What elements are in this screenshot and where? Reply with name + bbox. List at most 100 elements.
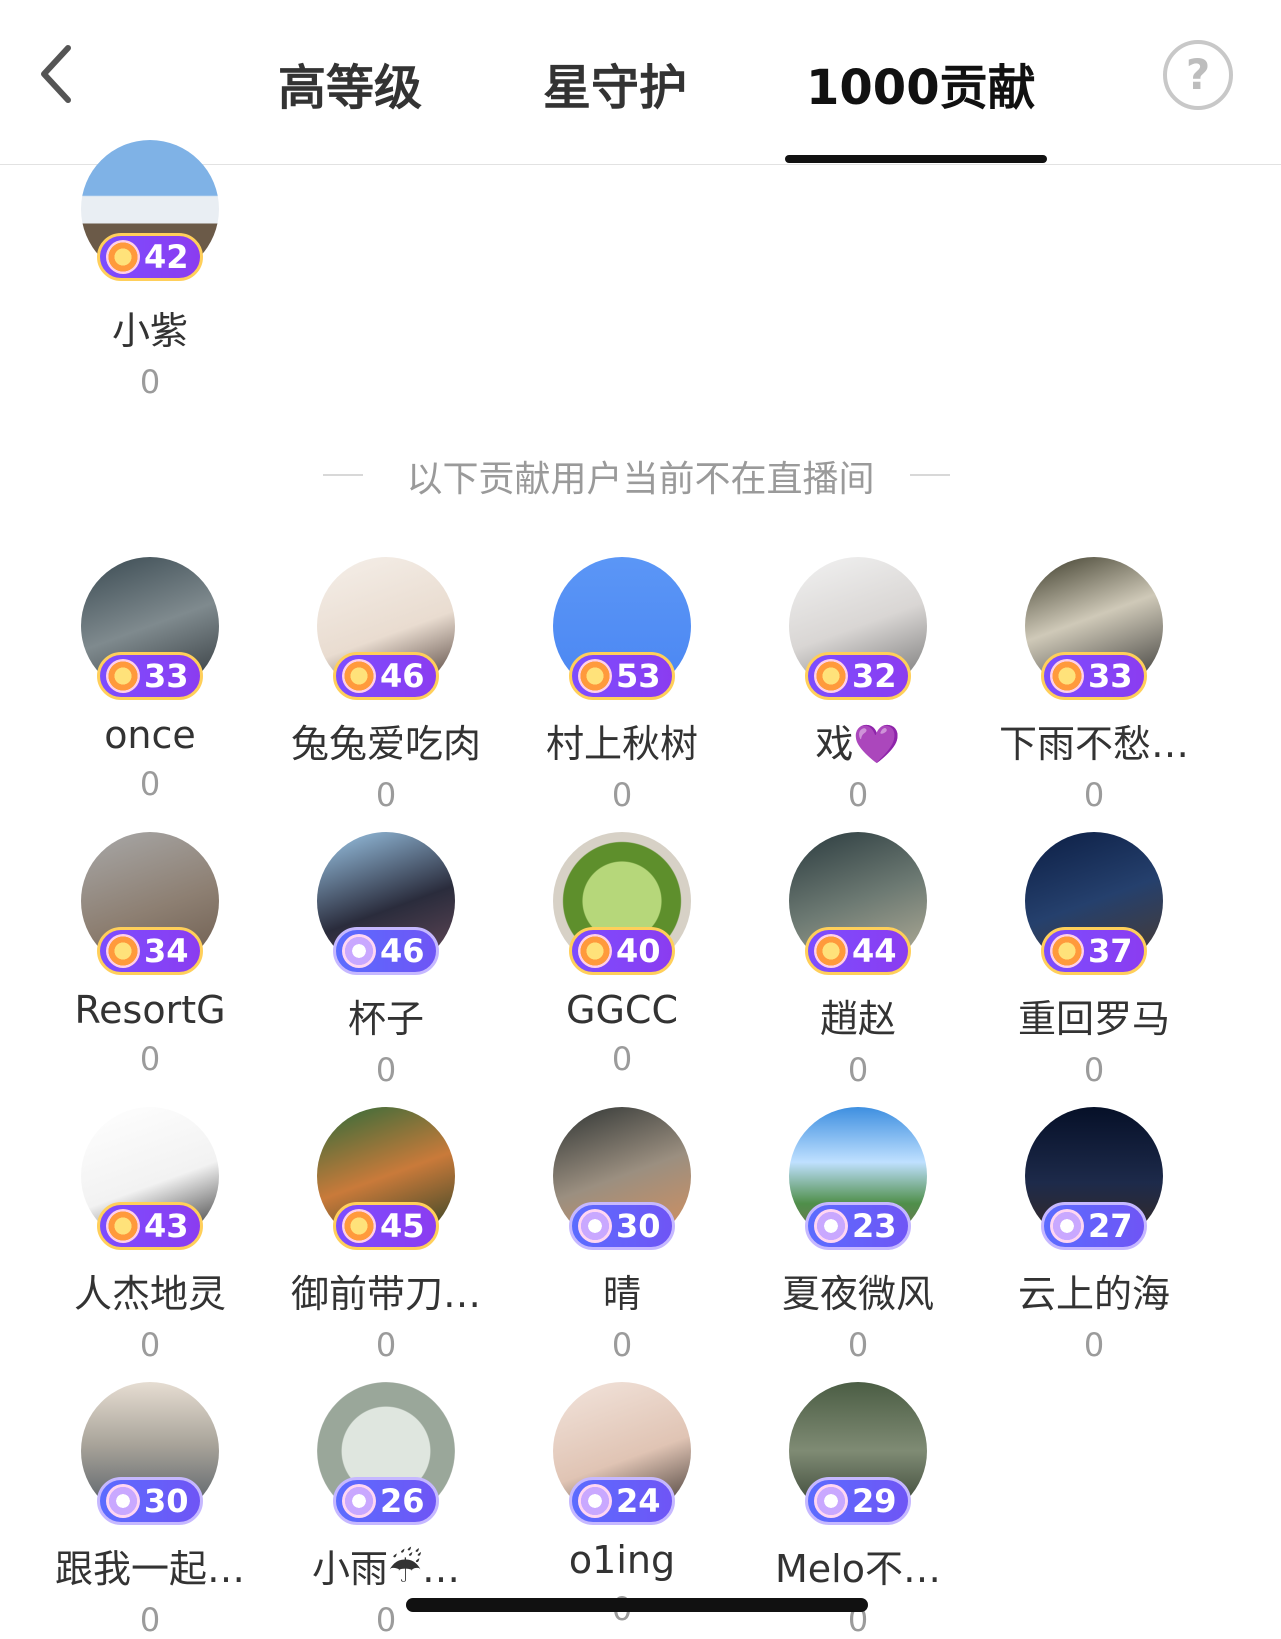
contribution-value: 0 xyxy=(139,765,161,803)
user-name: 晴 xyxy=(602,1272,641,1316)
contribution-value: 0 xyxy=(375,776,397,814)
level-gem-icon xyxy=(106,934,140,968)
level-badge: 53 xyxy=(569,652,675,700)
level-badge: 33 xyxy=(97,652,203,700)
contribution-value: 0 xyxy=(1083,776,1105,814)
user-name: 人杰地灵 xyxy=(73,1272,226,1316)
user-name: 趙赵 xyxy=(819,997,896,1041)
user-card[interactable]: 37 重回罗马 0 xyxy=(979,832,1209,1089)
user-name: 云上的海 xyxy=(1017,1272,1170,1316)
user-card[interactable]: 43 人杰地灵 0 xyxy=(35,1107,265,1364)
level-gem-icon xyxy=(342,934,376,968)
contribution-value: 0 xyxy=(847,1051,869,1089)
user-name: 小雨☔… xyxy=(311,1547,461,1591)
level-gem-icon xyxy=(814,1209,848,1243)
user-name: 小紫 xyxy=(111,309,188,353)
user-card[interactable]: 32 戏💜 0 xyxy=(743,557,973,814)
level-badge: 42 xyxy=(97,233,203,281)
level-badge: 46 xyxy=(333,927,439,975)
level-gem-icon xyxy=(342,1484,376,1518)
level-gem-icon xyxy=(578,1484,612,1518)
user-name: 戏💜 xyxy=(815,722,901,766)
level-gem-icon xyxy=(814,659,848,693)
level-badge: 30 xyxy=(569,1202,675,1250)
level-gem-icon xyxy=(1050,934,1084,968)
level-badge: 37 xyxy=(1041,927,1147,975)
level-badge: 46 xyxy=(333,652,439,700)
level-badge: 23 xyxy=(805,1202,911,1250)
user-card-top[interactable]: 42 小紫 0 xyxy=(35,140,265,401)
user-name: 村上秋树 xyxy=(545,722,698,766)
contribution-value: 0 xyxy=(375,1051,397,1089)
tab-high-level[interactable]: 高等级 xyxy=(278,48,422,118)
user-card[interactable]: 24o1ing0 xyxy=(507,1382,737,1628)
level-badge: 44 xyxy=(805,927,911,975)
user-name: once xyxy=(104,713,196,757)
level-badge: 32 xyxy=(805,652,911,700)
contribution-value: 0 xyxy=(847,776,869,814)
contribution-value: 0 xyxy=(139,363,161,401)
tab-star-guard[interactable]: 星守护 xyxy=(543,48,687,118)
user-card[interactable]: 46 杯子 0 xyxy=(271,832,501,1089)
level-gem-icon xyxy=(342,659,376,693)
level-gem-icon xyxy=(578,1209,612,1243)
contribution-value: 0 xyxy=(1083,1051,1105,1089)
level-badge: 24 xyxy=(569,1477,675,1525)
contribution-value: 0 xyxy=(1083,1326,1105,1364)
divider-line-right xyxy=(910,474,950,476)
level-badge: 45 xyxy=(333,1202,439,1250)
level-badge: 30 xyxy=(97,1477,203,1525)
level-gem-icon xyxy=(342,1209,376,1243)
user-name: 下雨不愁… xyxy=(998,722,1189,766)
level-gem-icon xyxy=(814,1484,848,1518)
user-card[interactable]: 33 once 0 xyxy=(35,557,265,803)
level-badge: 33 xyxy=(1041,652,1147,700)
user-name: 杯子 xyxy=(347,997,424,1041)
level-badge: 40 xyxy=(569,927,675,975)
user-name: 重回罗马 xyxy=(1017,997,1170,1041)
tab-1000-contribution[interactable]: 1000贡献 xyxy=(806,48,1036,118)
contribution-value: 0 xyxy=(611,776,633,814)
level-gem-icon xyxy=(814,934,848,968)
user-card[interactable]: 30 晴 0 xyxy=(507,1107,737,1364)
user-name: GGCC xyxy=(566,988,678,1032)
offline-divider: 以下贡献用户当前不在直播间 xyxy=(0,450,1281,500)
user-card[interactable]: 23 夏夜微风 0 xyxy=(743,1107,973,1364)
level-gem-icon xyxy=(106,1484,140,1518)
contribution-value: 0 xyxy=(611,1326,633,1364)
help-icon: ? xyxy=(1185,50,1211,99)
user-name: 夏夜微风 xyxy=(781,1272,934,1316)
help-button[interactable]: ? xyxy=(1163,40,1233,110)
level-badge: 27 xyxy=(1041,1202,1147,1250)
user-card[interactable]: 40 GGCC 0 xyxy=(507,832,737,1078)
user-card[interactable]: 34 ResortG 0 xyxy=(35,832,265,1078)
user-name: 御前带刀… xyxy=(290,1272,481,1316)
user-card[interactable]: 30 跟我一起… 0 xyxy=(35,1382,265,1639)
back-button[interactable] xyxy=(36,42,80,106)
user-card[interactable]: 53 村上秋树 0 xyxy=(507,557,737,814)
user-name: ResortG xyxy=(74,988,226,1032)
contribution-value: 0 xyxy=(847,1326,869,1364)
level-badge: 29 xyxy=(805,1477,911,1525)
user-card[interactable]: 46 兔兔爱吃肉 0 xyxy=(271,557,501,814)
user-name: o1ing xyxy=(568,1538,676,1582)
user-card[interactable]: 44 趙赵 0 xyxy=(743,832,973,1089)
level-badge: 26 xyxy=(333,1477,439,1525)
contribution-value: 0 xyxy=(139,1326,161,1364)
user-card[interactable]: 45 御前带刀… 0 xyxy=(271,1107,501,1364)
contribution-value: 0 xyxy=(611,1040,633,1078)
level-badge: 43 xyxy=(97,1202,203,1250)
level-gem-icon xyxy=(106,1209,140,1243)
level-gem-icon xyxy=(106,659,140,693)
user-name: Melo不… xyxy=(775,1547,941,1591)
level-gem-icon xyxy=(578,659,612,693)
user-card[interactable]: 27 云上的海 0 xyxy=(979,1107,1209,1364)
user-card[interactable]: 33 下雨不愁… 0 xyxy=(979,557,1209,814)
level-gem-icon xyxy=(1050,1209,1084,1243)
chevron-left-icon xyxy=(41,45,71,103)
home-indicator xyxy=(406,1598,868,1612)
contribution-value: 0 xyxy=(139,1601,161,1639)
level-gem-icon xyxy=(106,240,140,274)
level-gem-icon xyxy=(1050,659,1084,693)
offline-users-label: 以下贡献用户当前不在直播间 xyxy=(406,459,875,500)
